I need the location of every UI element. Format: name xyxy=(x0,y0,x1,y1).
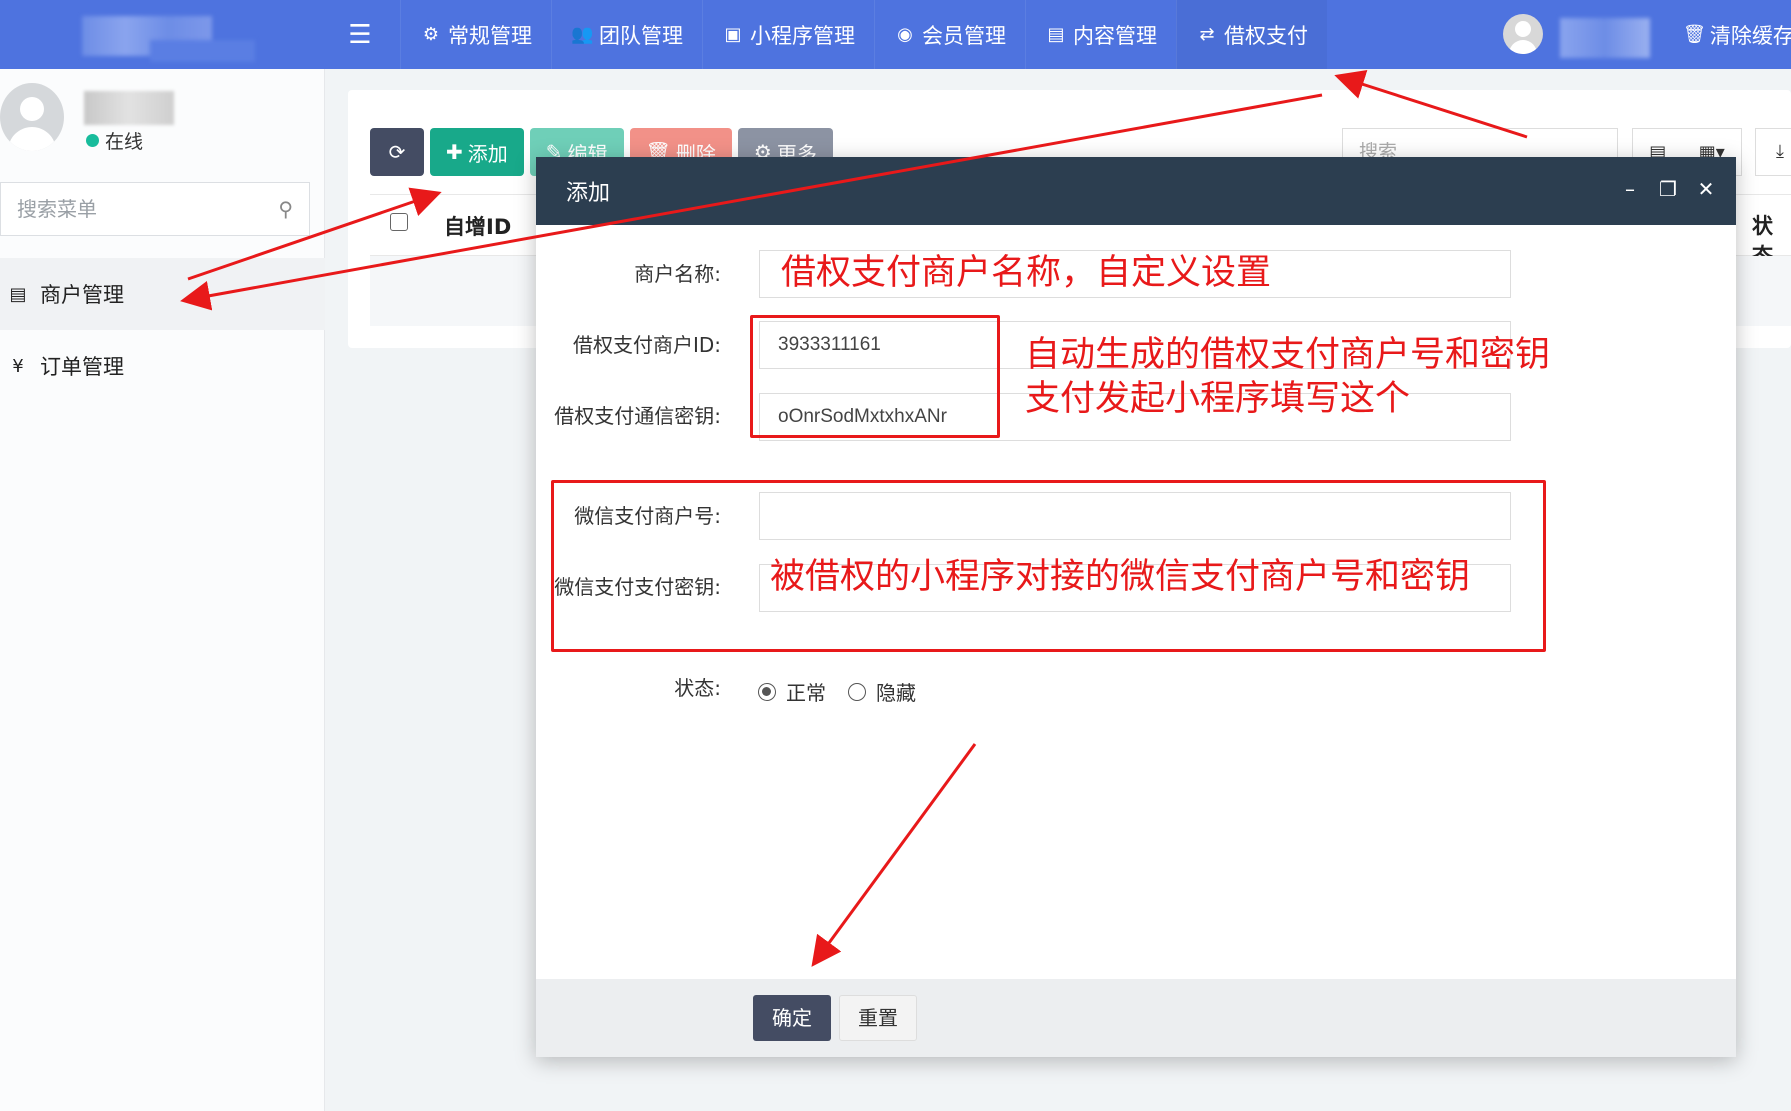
sidebar-menu: ▤ 商户管理 ¥ 订单管理 xyxy=(0,258,325,402)
merchant-name-label: 商户名称: xyxy=(634,262,721,286)
sidebar: 在线 ⚲ ▤ 商户管理 ¥ 订单管理 xyxy=(0,69,325,1111)
status-option-hidden[interactable]: 隐藏 xyxy=(848,677,916,706)
sidebar-username-blurred xyxy=(84,91,174,125)
nav-item-team[interactable]: 👥 团队管理 xyxy=(551,0,702,69)
nav-item-label: 借权支付 xyxy=(1224,23,1308,48)
nav-item-borrow-pay[interactable]: ⇄ 借权支付 xyxy=(1176,0,1327,69)
export-button[interactable]: ⤓ xyxy=(1755,128,1791,176)
modal-header: 添加 – ❐ ✕ xyxy=(536,157,1736,225)
select-all-checkbox[interactable] xyxy=(390,213,408,231)
nav-item-label: 小程序管理 xyxy=(750,23,855,48)
sidebar-search: ⚲ xyxy=(0,182,310,236)
exchange-icon: ⇄ xyxy=(1199,24,1215,45)
sidebar-search-input[interactable] xyxy=(1,183,261,235)
user-avatar[interactable] xyxy=(1503,14,1543,54)
top-nav-menu: ⚙ 常规管理 👥 团队管理 ▣ 小程序管理 ◉ 会员管理 ▤ 内容管理 ⇄ 借权… xyxy=(400,0,1327,69)
clear-cache-button[interactable]: 🗑 清除缓存 xyxy=(1683,0,1791,69)
close-icon[interactable]: ✕ xyxy=(1692,177,1720,201)
nav-item-member[interactable]: ◉ 会员管理 xyxy=(874,0,1025,69)
hamburger-menu-icon[interactable]: ☰ xyxy=(340,18,380,52)
nav-item-label: 常规管理 xyxy=(448,23,532,48)
confirm-button[interactable]: 确定 xyxy=(753,995,831,1041)
cogs-icon: ⚙ xyxy=(422,24,440,45)
sidebar-item-orders[interactable]: ¥ 订单管理 xyxy=(0,330,325,402)
radio-checked-icon xyxy=(758,682,776,701)
modal-footer: 确定 重置 xyxy=(536,979,1736,1057)
trash-icon: 🗑 xyxy=(1683,24,1706,45)
logo[interactable] xyxy=(0,0,325,69)
status-radio-group: 正常 隐藏 xyxy=(758,677,926,706)
refresh-button[interactable]: ⟳ xyxy=(370,128,424,176)
sidebar-item-label: 订单管理 xyxy=(40,355,124,379)
annotation-auto-hint-1: 自动生成的借权支付商户号和密钥 xyxy=(1025,335,1551,375)
newspaper-icon: ▤ xyxy=(1047,24,1065,45)
annotation-wechat-hint: 被借权的小程序对接的微信支付商户号和密钥 xyxy=(770,557,1471,597)
users-icon: 👥 xyxy=(571,24,594,45)
status-option-label: 隐藏 xyxy=(876,681,916,705)
online-status-label: 在线 xyxy=(105,131,144,153)
online-dot-icon xyxy=(86,134,99,147)
id-card-icon: ▤ xyxy=(9,283,27,305)
nav-item-label: 内容管理 xyxy=(1073,23,1157,48)
status-option-normal[interactable]: 正常 xyxy=(758,677,826,706)
nav-item-miniprogram[interactable]: ▣ 小程序管理 xyxy=(702,0,874,69)
sidebar-item-label: 商户管理 xyxy=(40,283,124,307)
add-button[interactable]: ✚ 添加 xyxy=(430,128,524,176)
annotation-auto-hint-2: 支付发起小程序填写这个 xyxy=(1025,379,1411,419)
nav-item-content[interactable]: ▤ 内容管理 xyxy=(1025,0,1176,69)
status-option-label: 正常 xyxy=(786,681,826,705)
add-button-label: 添加 xyxy=(467,141,508,166)
search-icon[interactable]: ⚲ xyxy=(278,197,293,221)
radio-unchecked-icon xyxy=(848,682,866,701)
borrow-secret-label: 借权支付通信密钥: xyxy=(554,404,721,428)
status-label: 状态: xyxy=(674,676,721,700)
export-icon: ⤓ xyxy=(1776,141,1784,162)
user-name-blurred[interactable] xyxy=(1560,18,1650,58)
clear-cache-label: 清除缓存 xyxy=(1709,23,1791,48)
minimize-icon[interactable]: – xyxy=(1616,177,1644,201)
plus-icon: ✚ xyxy=(446,140,463,164)
nav-item-label: 会员管理 xyxy=(922,23,1006,48)
nav-item-general[interactable]: ⚙ 常规管理 xyxy=(400,0,551,69)
top-navbar: ☰ ⚙ 常规管理 👥 团队管理 ▣ 小程序管理 ◉ 会员管理 ▤ 内容管理 ⇄ … xyxy=(0,0,1791,69)
miniprogram-icon: ▣ xyxy=(724,24,742,45)
column-header-id[interactable]: 自增ID xyxy=(444,211,511,241)
annotation-box-borrow xyxy=(750,315,1000,438)
logo-blurred-sub xyxy=(150,40,255,62)
yen-icon: ¥ xyxy=(12,355,24,377)
maximize-icon[interactable]: ❐ xyxy=(1654,177,1682,201)
user-circle-icon: ◉ xyxy=(897,24,913,45)
borrow-merchant-id-label: 借权支付商户ID: xyxy=(572,333,721,357)
nav-item-label: 团队管理 xyxy=(599,23,683,48)
sidebar-avatar xyxy=(0,83,64,151)
annotation-name-hint: 借权支付商户名称，自定义设置 xyxy=(781,253,1272,293)
modal-title: 添加 xyxy=(566,181,611,206)
sidebar-item-merchant[interactable]: ▤ 商户管理 xyxy=(0,258,325,330)
reset-button[interactable]: 重置 xyxy=(839,995,917,1041)
refresh-icon: ⟳ xyxy=(388,140,406,164)
online-status: 在线 xyxy=(86,127,143,154)
